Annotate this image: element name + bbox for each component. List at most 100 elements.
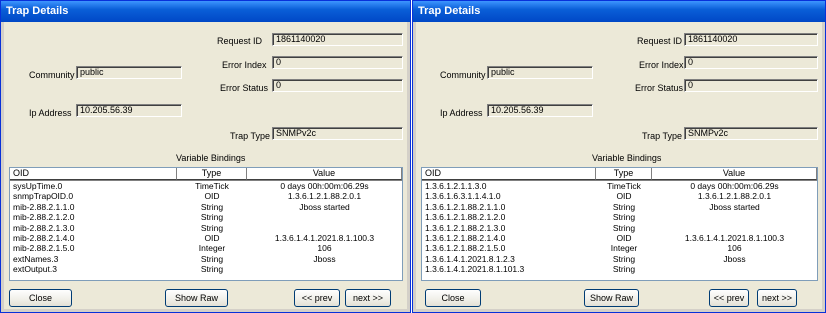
cell-type: String bbox=[200, 201, 224, 212]
error-status-field[interactable]: 0 bbox=[684, 79, 818, 92]
table-row[interactable]: mib-2.88.2.1.5.0 Integer 106 bbox=[10, 243, 402, 253]
table-row[interactable]: snmpTrapOID.0 OID 1.3.6.1.2.1.88.2.0.1 bbox=[10, 191, 402, 201]
trap-details-window-right: Trap Details Request ID 1861140020 Error… bbox=[412, 0, 826, 313]
error-index-field[interactable]: 0 bbox=[684, 56, 818, 69]
trap-type-field[interactable]: SNMPv2c bbox=[684, 127, 818, 140]
table-row[interactable]: 1.3.6.1.2.1.88.2.1.5.0 Integer 106 bbox=[422, 243, 817, 253]
cell-oid: 1.3.6.1.2.1.88.2.1.3.0 bbox=[425, 222, 506, 233]
window-content: Request ID 1861140020 Error Index 0 Comm… bbox=[4, 22, 407, 309]
next-button[interactable]: next >> bbox=[757, 289, 797, 307]
ip-address-label: Ip Address bbox=[29, 108, 72, 118]
request-id-field[interactable]: 1861140020 bbox=[272, 33, 403, 46]
window-title[interactable]: Trap Details bbox=[413, 1, 825, 22]
close-button[interactable]: Close bbox=[9, 289, 72, 307]
table-row[interactable]: 1.3.6.1.4.1.2021.8.1.2.3 String Jboss bbox=[422, 254, 817, 264]
error-index-field[interactable]: 0 bbox=[272, 56, 403, 69]
cell-oid: 1.3.6.1.4.1.2021.8.1.2.3 bbox=[425, 253, 515, 264]
cell-value bbox=[247, 264, 402, 274]
cell-oid: sysUpTime.0 bbox=[13, 181, 63, 191]
table-row[interactable]: 1.3.6.1.2.1.88.2.1.4.0 OID 1.3.6.1.4.1.202… bbox=[422, 233, 817, 243]
trap-type-field[interactable]: SNMPv2c bbox=[272, 127, 403, 140]
cell-value: 1.3.6.1.4.1.2021.8.1.100.3 bbox=[274, 232, 375, 243]
cell-value: 1.3.6.1.2.1.88.2.0.1 bbox=[697, 191, 772, 202]
trap-type-label: Trap Type bbox=[230, 131, 271, 141]
error-index-label: Error Index bbox=[639, 60, 684, 70]
column-header-type[interactable]: Type bbox=[596, 168, 652, 180]
column-header-oid[interactable]: OID bbox=[422, 168, 596, 180]
cell-value bbox=[652, 223, 817, 233]
table-header: OID Type Value bbox=[10, 168, 402, 181]
ip-address-field[interactable]: 10.205.56.39 bbox=[487, 104, 593, 117]
cell-value: Jboss started bbox=[299, 201, 350, 212]
cell-value: 1.3.6.1.2.1.88.2.0.1 bbox=[287, 191, 362, 202]
cell-oid: mib-2.88.2.1.2.0 bbox=[13, 212, 75, 223]
close-button[interactable]: Close bbox=[425, 289, 481, 307]
column-header-value[interactable]: Value bbox=[652, 168, 817, 180]
cell-oid: extOutput.3 bbox=[13, 264, 57, 275]
cell-value bbox=[652, 212, 817, 222]
ip-address-field[interactable]: 10.205.56.39 bbox=[76, 104, 182, 117]
table-row[interactable]: 1.3.6.1.4.1.2021.8.1.101.3 String bbox=[422, 264, 817, 274]
table-row[interactable]: mib-2.88.2.1.4.0 OID 1.3.6.1.4.1.2021.8.1.… bbox=[10, 233, 402, 243]
cell-type: String bbox=[612, 264, 636, 275]
table-row[interactable]: 1.3.6.1.2.1.88.2.1.2.0 String bbox=[422, 212, 817, 222]
cell-oid: 1.3.6.1.2.1.88.2.1.4.0 bbox=[425, 232, 506, 243]
table-row[interactable]: extNames.3 String Jboss bbox=[10, 254, 402, 264]
prev-button[interactable]: << prev bbox=[709, 289, 749, 307]
trap-type-label: Trap Type bbox=[642, 131, 683, 141]
error-index-label: Error Index bbox=[222, 60, 267, 70]
prev-button[interactable]: << prev bbox=[294, 289, 340, 307]
table-row[interactable]: 1.3.6.1.2.1.88.2.1.1.0 String Jboss starte… bbox=[422, 202, 817, 212]
cell-oid: extNames.3 bbox=[13, 253, 59, 264]
cell-oid: 1.3.6.1.2.1.88.2.1.2.0 bbox=[425, 212, 506, 223]
table-row[interactable]: 1.3.6.1.2.1.88.2.1.3.0 String bbox=[422, 223, 817, 233]
window-title[interactable]: Trap Details bbox=[1, 1, 410, 22]
cell-type: OID bbox=[616, 232, 632, 243]
request-id-label: Request ID bbox=[637, 36, 683, 46]
show-raw-button[interactable]: Show Raw bbox=[584, 289, 639, 307]
error-status-label: Error Status bbox=[220, 83, 269, 93]
ip-address-label: Ip Address bbox=[440, 108, 483, 118]
cell-type: String bbox=[612, 253, 636, 264]
cell-type: String bbox=[612, 222, 636, 233]
cell-oid: 1.3.6.1.6.3.1.1.4.1.0 bbox=[425, 191, 501, 202]
error-status-label: Error Status bbox=[635, 83, 684, 93]
cell-oid: mib-2.88.2.1.5.0 bbox=[13, 243, 75, 254]
variable-bindings-table[interactable]: OID Type Value sysUpTime.0 TimeTick 0 days… bbox=[9, 167, 403, 281]
table-body: sysUpTime.0 TimeTick 0 days 00h:00m:06.29s… bbox=[10, 181, 402, 275]
trap-details-window-left: Trap Details Request ID 1861140020 Error… bbox=[0, 0, 411, 313]
table-row[interactable]: mib-2.88.2.1.1.0 String Jboss started bbox=[10, 202, 402, 212]
column-header-value[interactable]: Value bbox=[247, 168, 402, 180]
error-status-field[interactable]: 0 bbox=[272, 79, 403, 92]
cell-oid: mib-2.88.2.1.3.0 bbox=[13, 222, 75, 233]
table-row[interactable]: mib-2.88.2.1.2.0 String bbox=[10, 212, 402, 222]
cell-value: 1.3.6.1.4.1.2021.8.1.100.3 bbox=[684, 232, 785, 243]
column-header-type[interactable]: Type bbox=[177, 168, 247, 180]
next-button[interactable]: next >> bbox=[345, 289, 391, 307]
table-row[interactable]: mib-2.88.2.1.3.0 String bbox=[10, 223, 402, 233]
table-body: 1.3.6.1.2.1.1.3.0 TimeTick 0 days 00h:00m:… bbox=[422, 181, 817, 275]
request-id-field[interactable]: 1861140020 bbox=[684, 33, 818, 46]
column-header-oid[interactable]: OID bbox=[10, 168, 177, 180]
community-field[interactable]: public bbox=[76, 66, 182, 79]
cell-type: OID bbox=[204, 232, 220, 243]
cell-type: String bbox=[200, 264, 224, 275]
cell-type: Integer bbox=[610, 243, 638, 254]
show-raw-button[interactable]: Show Raw bbox=[165, 289, 228, 307]
variable-bindings-table[interactable]: OID Type Value 1.3.6.1.2.1.1.3.0 TimeTick… bbox=[421, 167, 818, 281]
request-id-label: Request ID bbox=[217, 36, 263, 46]
community-field[interactable]: public bbox=[487, 66, 593, 79]
cell-value: 0 days 00h:00m:06.29s bbox=[690, 181, 779, 191]
cell-oid: snmpTrapOID.0 bbox=[13, 191, 74, 202]
cell-oid: mib-2.88.2.1.4.0 bbox=[13, 232, 75, 243]
cell-type: String bbox=[200, 222, 224, 233]
cell-value bbox=[247, 223, 402, 233]
community-label: Community bbox=[440, 70, 486, 80]
cell-oid: 1.3.6.1.2.1.88.2.1.1.0 bbox=[425, 201, 506, 212]
table-row[interactable]: 1.3.6.1.2.1.1.3.0 TimeTick 0 days 00h:00m:… bbox=[422, 181, 817, 191]
table-row[interactable]: 1.3.6.1.6.3.1.1.4.1.0 OID 1.3.6.1.2.1.88.2… bbox=[422, 191, 817, 201]
table-row[interactable]: sysUpTime.0 TimeTick 0 days 00h:00m:06.29s bbox=[10, 181, 402, 191]
cell-oid: 1.3.6.1.2.1.88.2.1.5.0 bbox=[425, 243, 506, 254]
cell-oid: 1.3.6.1.4.1.2021.8.1.101.3 bbox=[425, 264, 525, 275]
table-row[interactable]: extOutput.3 String bbox=[10, 264, 402, 274]
